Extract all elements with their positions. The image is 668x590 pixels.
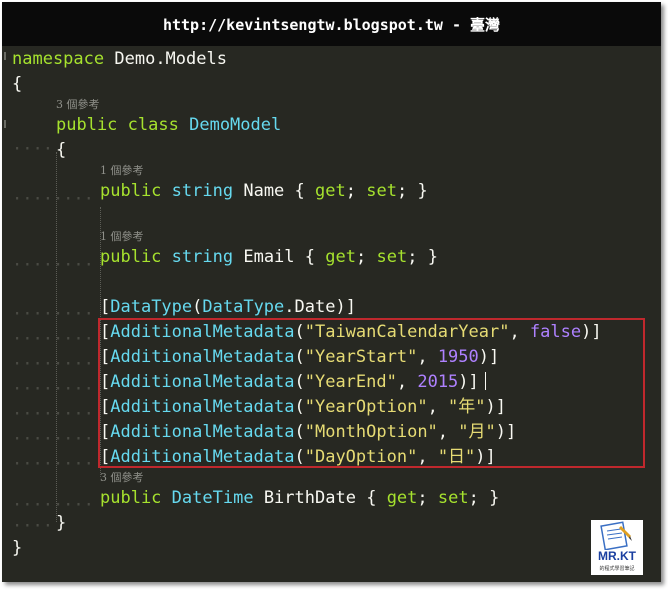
type-datetime: DateTime [171, 488, 254, 508]
whitespace-marker: ········ [12, 304, 94, 324]
keyword-public: public [100, 247, 162, 267]
property-name: Email [243, 247, 295, 267]
code-line-namespace-close-brace: } [12, 536, 22, 561]
code-editor-screenshot: http://kevintsengtw.blogspot.tw - 臺灣 ···… [2, 2, 661, 582]
brace: } [427, 247, 438, 267]
outline-marker [4, 52, 6, 60]
keyword-get: get [315, 181, 346, 201]
keyword-set: set [376, 247, 408, 267]
whitespace-marker: ········ [12, 354, 94, 374]
reference-count-text: 1 個參考 [100, 230, 144, 243]
whitespace-marker: ········ [12, 255, 94, 275]
brace: { [304, 247, 316, 267]
code-line-name-property: public string Name { get; set; } [100, 181, 428, 201]
whitespace-marker: ···· [12, 139, 53, 159]
code-line-class-close-brace: } [56, 511, 66, 536]
code-line-birthdate-property: public DateTime BirthDate { get; set; } [100, 488, 500, 508]
brace: } [12, 538, 23, 558]
property-name: Name [243, 181, 285, 201]
code-line-namespace: namespace Demo.Models [12, 47, 227, 72]
brace: } [56, 513, 67, 533]
codelens-reference-count[interactable]: 3 個參考 [100, 471, 144, 485]
reference-count-text: 1 個參考 [100, 164, 144, 177]
brace: } [417, 181, 428, 201]
brace: { [12, 74, 23, 94]
type-string: string [171, 247, 234, 267]
codelens-reference-count[interactable]: 3 個參考 [56, 98, 100, 112]
keyword-set: set [366, 181, 397, 201]
brace: { [366, 488, 377, 508]
keyword-public: public [100, 488, 162, 508]
codelens-reference-count[interactable]: 1 個參考 [100, 230, 144, 244]
code-line-datatype-attribute: [DataType(DataType.Date)] [100, 297, 356, 317]
type-string: string [171, 181, 234, 201]
namespace-name: Demo.Models [114, 49, 227, 69]
code-line-email-property: public string Email { get; set; } [100, 247, 438, 267]
keyword-namespace: namespace [12, 49, 105, 69]
code-line-class-declaration: public class DemoModel [56, 113, 281, 138]
highlight-annotation-box [98, 318, 645, 468]
brace: { [294, 181, 305, 201]
whitespace-marker: ········ [12, 429, 94, 449]
keyword-set: set [437, 488, 469, 508]
blog-url-banner: http://kevintsengtw.blogspot.tw - 臺灣 [2, 2, 661, 46]
keyword-public: public [100, 181, 162, 201]
logo-text: MR.KT [598, 549, 636, 563]
mrkt-logo: MR.KT 的程式學習筆記 [591, 520, 643, 575]
whitespace-marker: ········ [12, 189, 94, 209]
brace: } [489, 488, 500, 508]
enum-member: Date [294, 297, 336, 317]
attribute-name: DataType [110, 297, 193, 317]
keyword-get: get [325, 247, 356, 267]
code-line-class-open-brace: { [56, 138, 66, 163]
codelens-reference-count[interactable]: 1 個參考 [100, 164, 144, 178]
keyword-public: public [56, 115, 118, 135]
reference-count-text: 3 個參考 [100, 471, 144, 484]
whitespace-marker: ········ [12, 454, 94, 474]
keyword-class: class [127, 115, 179, 135]
whitespace-marker: ········ [12, 329, 94, 349]
property-name: BirthDate [263, 488, 356, 508]
outline-marker [4, 120, 6, 128]
logo-subtitle: 的程式學習筆記 [599, 566, 635, 572]
text-caret [485, 372, 486, 390]
code-line-open-brace: { [12, 72, 22, 97]
enum-name: DataType [202, 297, 285, 317]
keyword-get: get [386, 488, 418, 508]
reference-count-text: 3 個參考 [56, 98, 100, 111]
whitespace-marker: ········ [12, 379, 94, 399]
blog-url-text: http://kevintsengtw.blogspot.tw - 臺灣 [162, 16, 501, 34]
class-name: DemoModel [189, 115, 282, 135]
brace: { [56, 140, 67, 160]
whitespace-marker: ········ [12, 404, 94, 424]
notebook-icon [600, 521, 632, 551]
